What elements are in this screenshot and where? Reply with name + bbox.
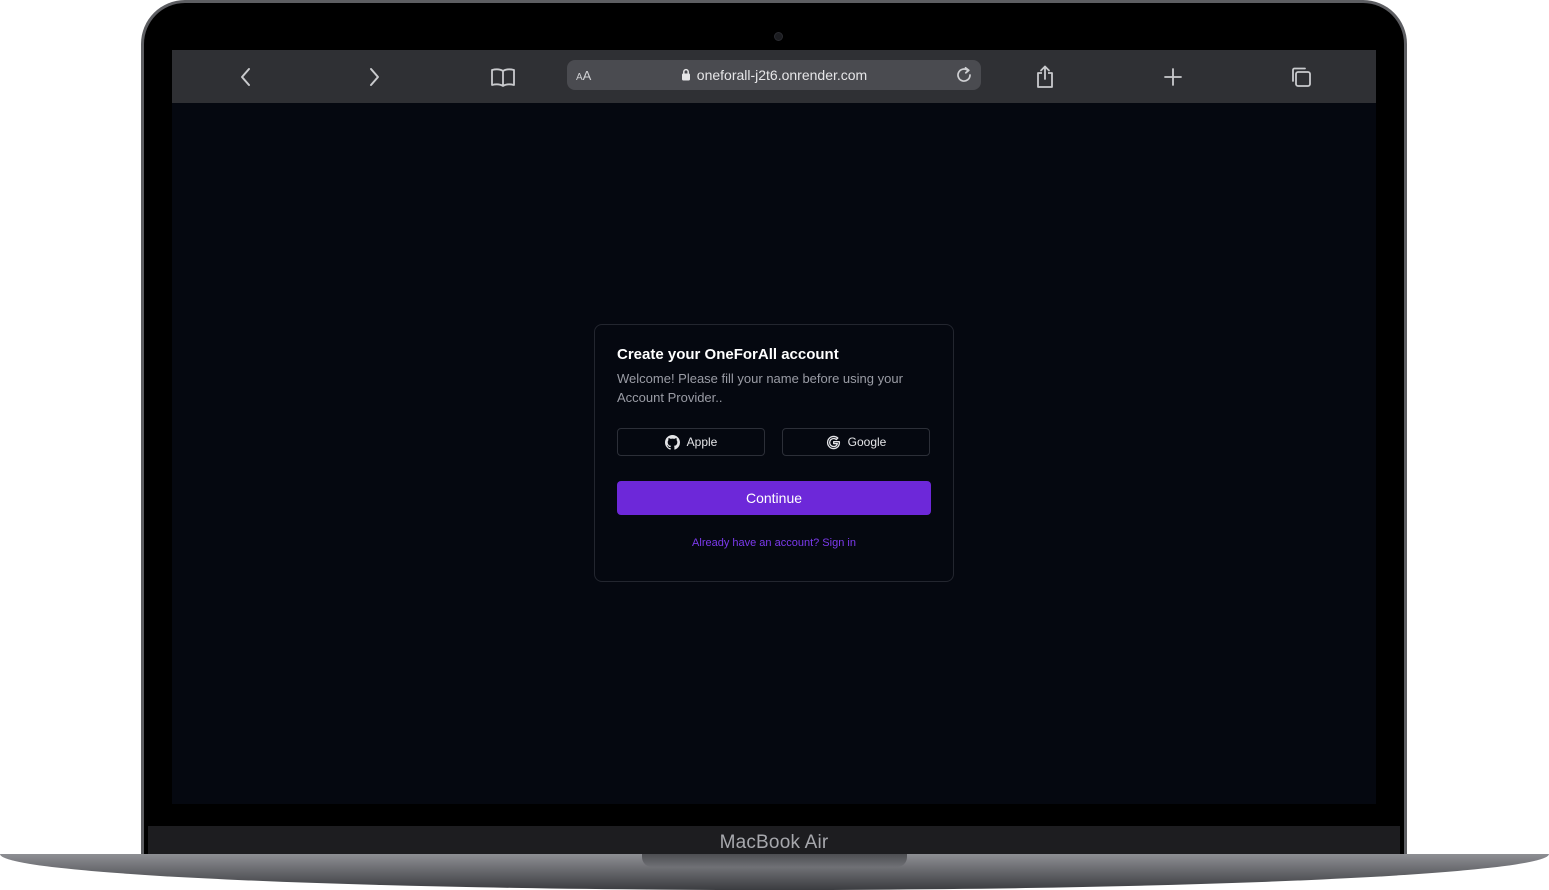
tabs-overview-button[interactable] <box>1286 62 1316 92</box>
url-display[interactable]: oneforall-j2t6.onrender.com <box>567 67 981 83</box>
plus-icon <box>1164 68 1182 86</box>
github-icon <box>664 434 680 450</box>
book-icon <box>491 68 515 87</box>
tabs-icon <box>1292 67 1311 87</box>
address-bar[interactable]: AA oneforall-j2t6.onrender.com <box>567 60 981 90</box>
url-text: oneforall-j2t6.onrender.com <box>696 67 868 83</box>
device-label: MacBook Air <box>719 832 829 853</box>
bookmarks-button[interactable] <box>488 62 518 92</box>
camera-icon <box>774 32 783 41</box>
share-button[interactable] <box>1030 62 1060 92</box>
share-icon <box>1037 65 1053 88</box>
forward-button[interactable] <box>359 62 389 92</box>
apple-signin-button[interactable]: Apple <box>617 428 765 456</box>
reload-icon[interactable] <box>953 64 975 86</box>
back-button[interactable] <box>231 62 261 92</box>
laptop-hinge-notch <box>642 854 907 867</box>
continue-button[interactable]: Continue <box>617 481 931 515</box>
signin-link[interactable]: Already have an account? Sign in <box>595 537 953 549</box>
card-subtitle: Welcome! Please fill your name before us… <box>617 371 903 405</box>
signup-card: Create your OneForAll account Welcome! P… <box>594 324 954 582</box>
card-title: Create your OneForAll account <box>617 346 839 363</box>
google-signin-button[interactable]: Google <box>782 428 930 456</box>
lock-icon <box>681 68 690 81</box>
google-button-label: Google <box>847 435 887 449</box>
chevron-right-icon <box>370 68 379 86</box>
google-icon <box>826 435 840 449</box>
laptop-bezel: AA oneforall-j2t6.onrender.com Create yo… <box>144 3 1404 863</box>
browser-toolbar: AA oneforall-j2t6.onrender.com <box>172 50 1376 103</box>
apple-button-label: Apple <box>686 435 718 449</box>
browser-screen: AA oneforall-j2t6.onrender.com Create yo… <box>172 50 1376 804</box>
chevron-left-icon <box>241 68 250 86</box>
new-tab-button[interactable] <box>1158 62 1188 92</box>
laptop-lid: AA oneforall-j2t6.onrender.com Create yo… <box>141 0 1407 863</box>
